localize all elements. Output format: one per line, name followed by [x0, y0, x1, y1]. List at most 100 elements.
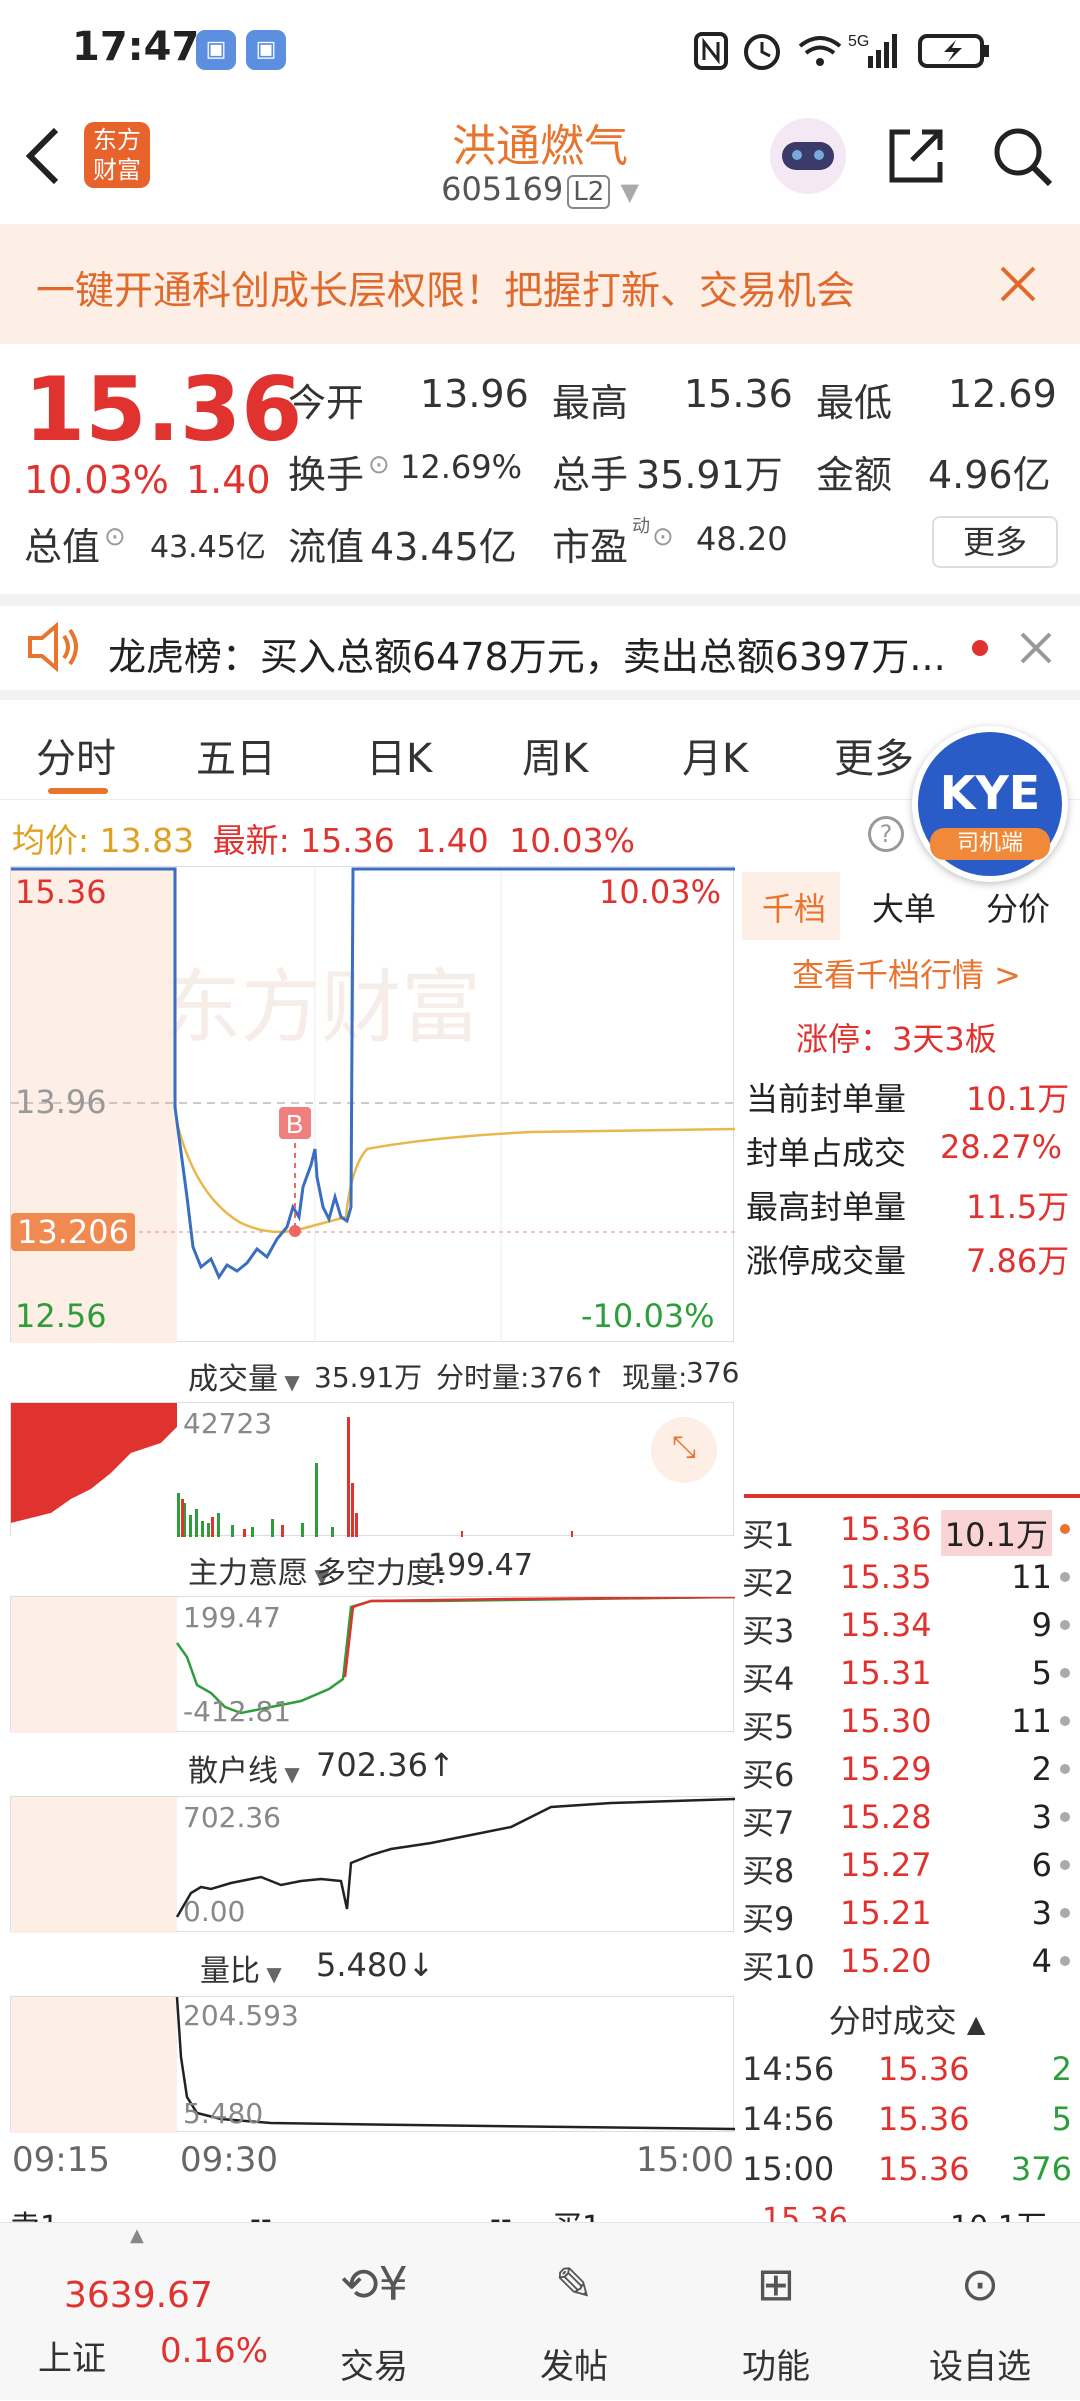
speaker-icon	[28, 622, 78, 672]
trade-time: 14:56	[742, 2100, 835, 2138]
ratio-bottom: 5.480	[183, 2097, 264, 2130]
order-dot	[1060, 1764, 1070, 1774]
order-book-row[interactable]: 买9 15.21 3	[742, 1894, 1072, 1940]
banner-text: 一键开通科创成长层权限！把握打新、交易机会	[36, 269, 856, 314]
expand-icon[interactable]: ⤡	[651, 1417, 717, 1483]
add-favorite-icon[interactable]: ⊙	[910, 2257, 1050, 2311]
wifi-icon	[798, 36, 842, 66]
app-icon-1: ▣	[196, 30, 236, 70]
close-icon[interactable]	[998, 264, 1038, 304]
trade-icon[interactable]: ⟲¥	[304, 2257, 444, 2311]
tab-more[interactable]: 更多	[834, 726, 914, 784]
seal-ratio-value: 28.27%	[940, 1128, 1063, 1166]
time-axis-close: 15:00	[636, 2140, 734, 2180]
order-level-label: 买1	[742, 1516, 795, 1554]
assistant-avatar[interactable]	[770, 118, 846, 194]
order-book-row[interactable]: 买1 15.36 10.1万	[742, 1510, 1072, 1556]
order-book-row[interactable]: 买8 15.27 6	[742, 1846, 1072, 1892]
order-book-row[interactable]: 买3 15.34 9	[742, 1606, 1072, 1652]
share-icon[interactable]	[884, 124, 948, 188]
main-force-selector[interactable]: 主力意愿 ▼	[188, 1548, 330, 1592]
search-icon[interactable]	[990, 124, 1056, 190]
index-value: 3639.67	[64, 2275, 213, 2316]
average-price-line	[175, 1122, 735, 1234]
trade-row: 15:00 15.36 376	[742, 2150, 1072, 2196]
nav-trade[interactable]: 交易	[304, 2339, 444, 2388]
more-button[interactable]: 更多	[932, 516, 1058, 568]
function-icon[interactable]: ⊞	[706, 2257, 846, 2311]
order-book-row[interactable]: 买2 15.35 11	[742, 1558, 1072, 1604]
pct-top-label: 10.03%	[599, 873, 722, 911]
order-qty: 11	[1011, 1558, 1052, 1596]
order-book-row[interactable]: 买5 15.30 11	[742, 1702, 1072, 1748]
nav-add-favorite[interactable]: 设自选	[910, 2339, 1050, 2388]
volume-selector[interactable]: 成交量 ▼	[188, 1354, 300, 1398]
avg-label: 均价:	[12, 821, 90, 860]
volume-value: 35.91万	[636, 453, 783, 497]
dragon-tiger-notice[interactable]: 龙虎榜：买入总额6478万元，卖出总额6397万...	[0, 604, 1080, 690]
promo-banner[interactable]: 一键开通科创成长层权限！把握打新、交易机会	[0, 224, 1080, 344]
notice-text: 龙虎榜：买入总额6478万元，卖出总额6397万...	[108, 635, 946, 679]
tab-daily-k[interactable]: 日K	[366, 726, 432, 784]
volume-chart-svg	[11, 1403, 573, 1537]
kye-floating-badge[interactable]: KYE 司机端	[912, 726, 1068, 882]
order-book-row[interactable]: 买6 15.29 2	[742, 1750, 1072, 1796]
nav-function[interactable]: 功能	[706, 2339, 846, 2388]
order-dot	[1060, 1908, 1070, 1918]
main-force-chart-svg	[11, 1597, 735, 1733]
order-qty: 10.1万	[940, 1510, 1052, 1556]
order-qty: 2	[1031, 1750, 1052, 1788]
ratio-panel[interactable]: 204.593 5.480	[10, 1996, 735, 2133]
side-tab-big-orders[interactable]: 大单	[872, 884, 936, 930]
retail-value: 702.36↑	[316, 1746, 455, 1784]
battery-charging-icon	[918, 34, 989, 68]
side-tab-orders[interactable]: 千档	[762, 884, 826, 930]
nav-post[interactable]: 发帖	[504, 2339, 644, 2388]
turnover-value: 12.69%	[400, 448, 523, 486]
main-force-panel[interactable]: 199.47 -412.81	[10, 1596, 735, 1733]
trade-row: 14:56 15.36 5	[742, 2100, 1072, 2146]
order-dot	[1060, 1668, 1070, 1678]
order-dot	[1060, 1812, 1070, 1822]
tab-intraday[interactable]: 分时	[36, 726, 116, 784]
intraday-price-panel[interactable]: 东方财富 B 15.36 13.96 13.206 12.56 10.03% -…	[10, 866, 735, 1343]
order-level-label: 买7	[742, 1804, 795, 1842]
info-icon[interactable]: ⊙	[652, 522, 674, 552]
order-price: 15.35	[840, 1558, 932, 1596]
stock-header: 东方 财富 洪通燃气 605169 L2 ▼	[0, 100, 1080, 224]
order-book-row[interactable]: 买10 15.20 4	[742, 1942, 1072, 1988]
side-tab-price-dist[interactable]: 分价	[986, 884, 1050, 930]
5g-signal-icon: 5G	[848, 33, 897, 68]
volume-panel[interactable]: 42723 ⤡	[10, 1402, 734, 1537]
order-price: 15.30	[840, 1702, 932, 1740]
help-icon[interactable]: ?	[868, 816, 904, 852]
close-icon[interactable]	[1018, 630, 1054, 666]
tab-five-day[interactable]: 五日	[196, 726, 276, 784]
order-price: 15.29	[840, 1750, 932, 1788]
low-label: 最低	[816, 381, 893, 425]
y-bottom-label: 12.56	[15, 1297, 107, 1335]
ratio-selector[interactable]: 量比 ▼	[200, 1946, 282, 1990]
order-book-divider	[744, 1494, 1080, 1498]
retail-bottom: 0.00	[183, 1895, 246, 1928]
retail-selector[interactable]: 散户线 ▼	[188, 1746, 300, 1790]
trades-header[interactable]: 分时成交 ▲	[742, 1996, 1072, 2044]
index-ticker[interactable]: 3639.67 上证 0.16%	[20, 2223, 300, 2401]
tab-weekly-k[interactable]: 周K	[522, 726, 588, 784]
trade-price: 15.36	[878, 2050, 970, 2088]
ratio-chart-svg	[11, 1997, 735, 2133]
view-depth-link[interactable]: 查看千档行情 >	[792, 950, 1021, 996]
seal-volume-label: 当前封单量	[746, 1080, 907, 1118]
latest-label: 最新:	[212, 821, 290, 860]
order-dot	[1060, 1620, 1070, 1630]
tab-monthly-k[interactable]: 月K	[682, 726, 748, 784]
order-dot	[1060, 1956, 1070, 1966]
info-icon[interactable]: ⊙	[368, 450, 390, 480]
order-book-row[interactable]: 买7 15.28 3	[742, 1798, 1072, 1844]
info-icon[interactable]: ⊙	[104, 522, 126, 552]
main-force-label: 主力意愿	[188, 1556, 308, 1591]
order-book-row[interactable]: 买4 15.31 5	[742, 1654, 1072, 1700]
post-icon[interactable]: ✎	[504, 2257, 644, 2311]
max-seal-label: 最高封单量	[746, 1188, 907, 1226]
retail-panel[interactable]: 702.36 0.00	[10, 1796, 735, 1933]
